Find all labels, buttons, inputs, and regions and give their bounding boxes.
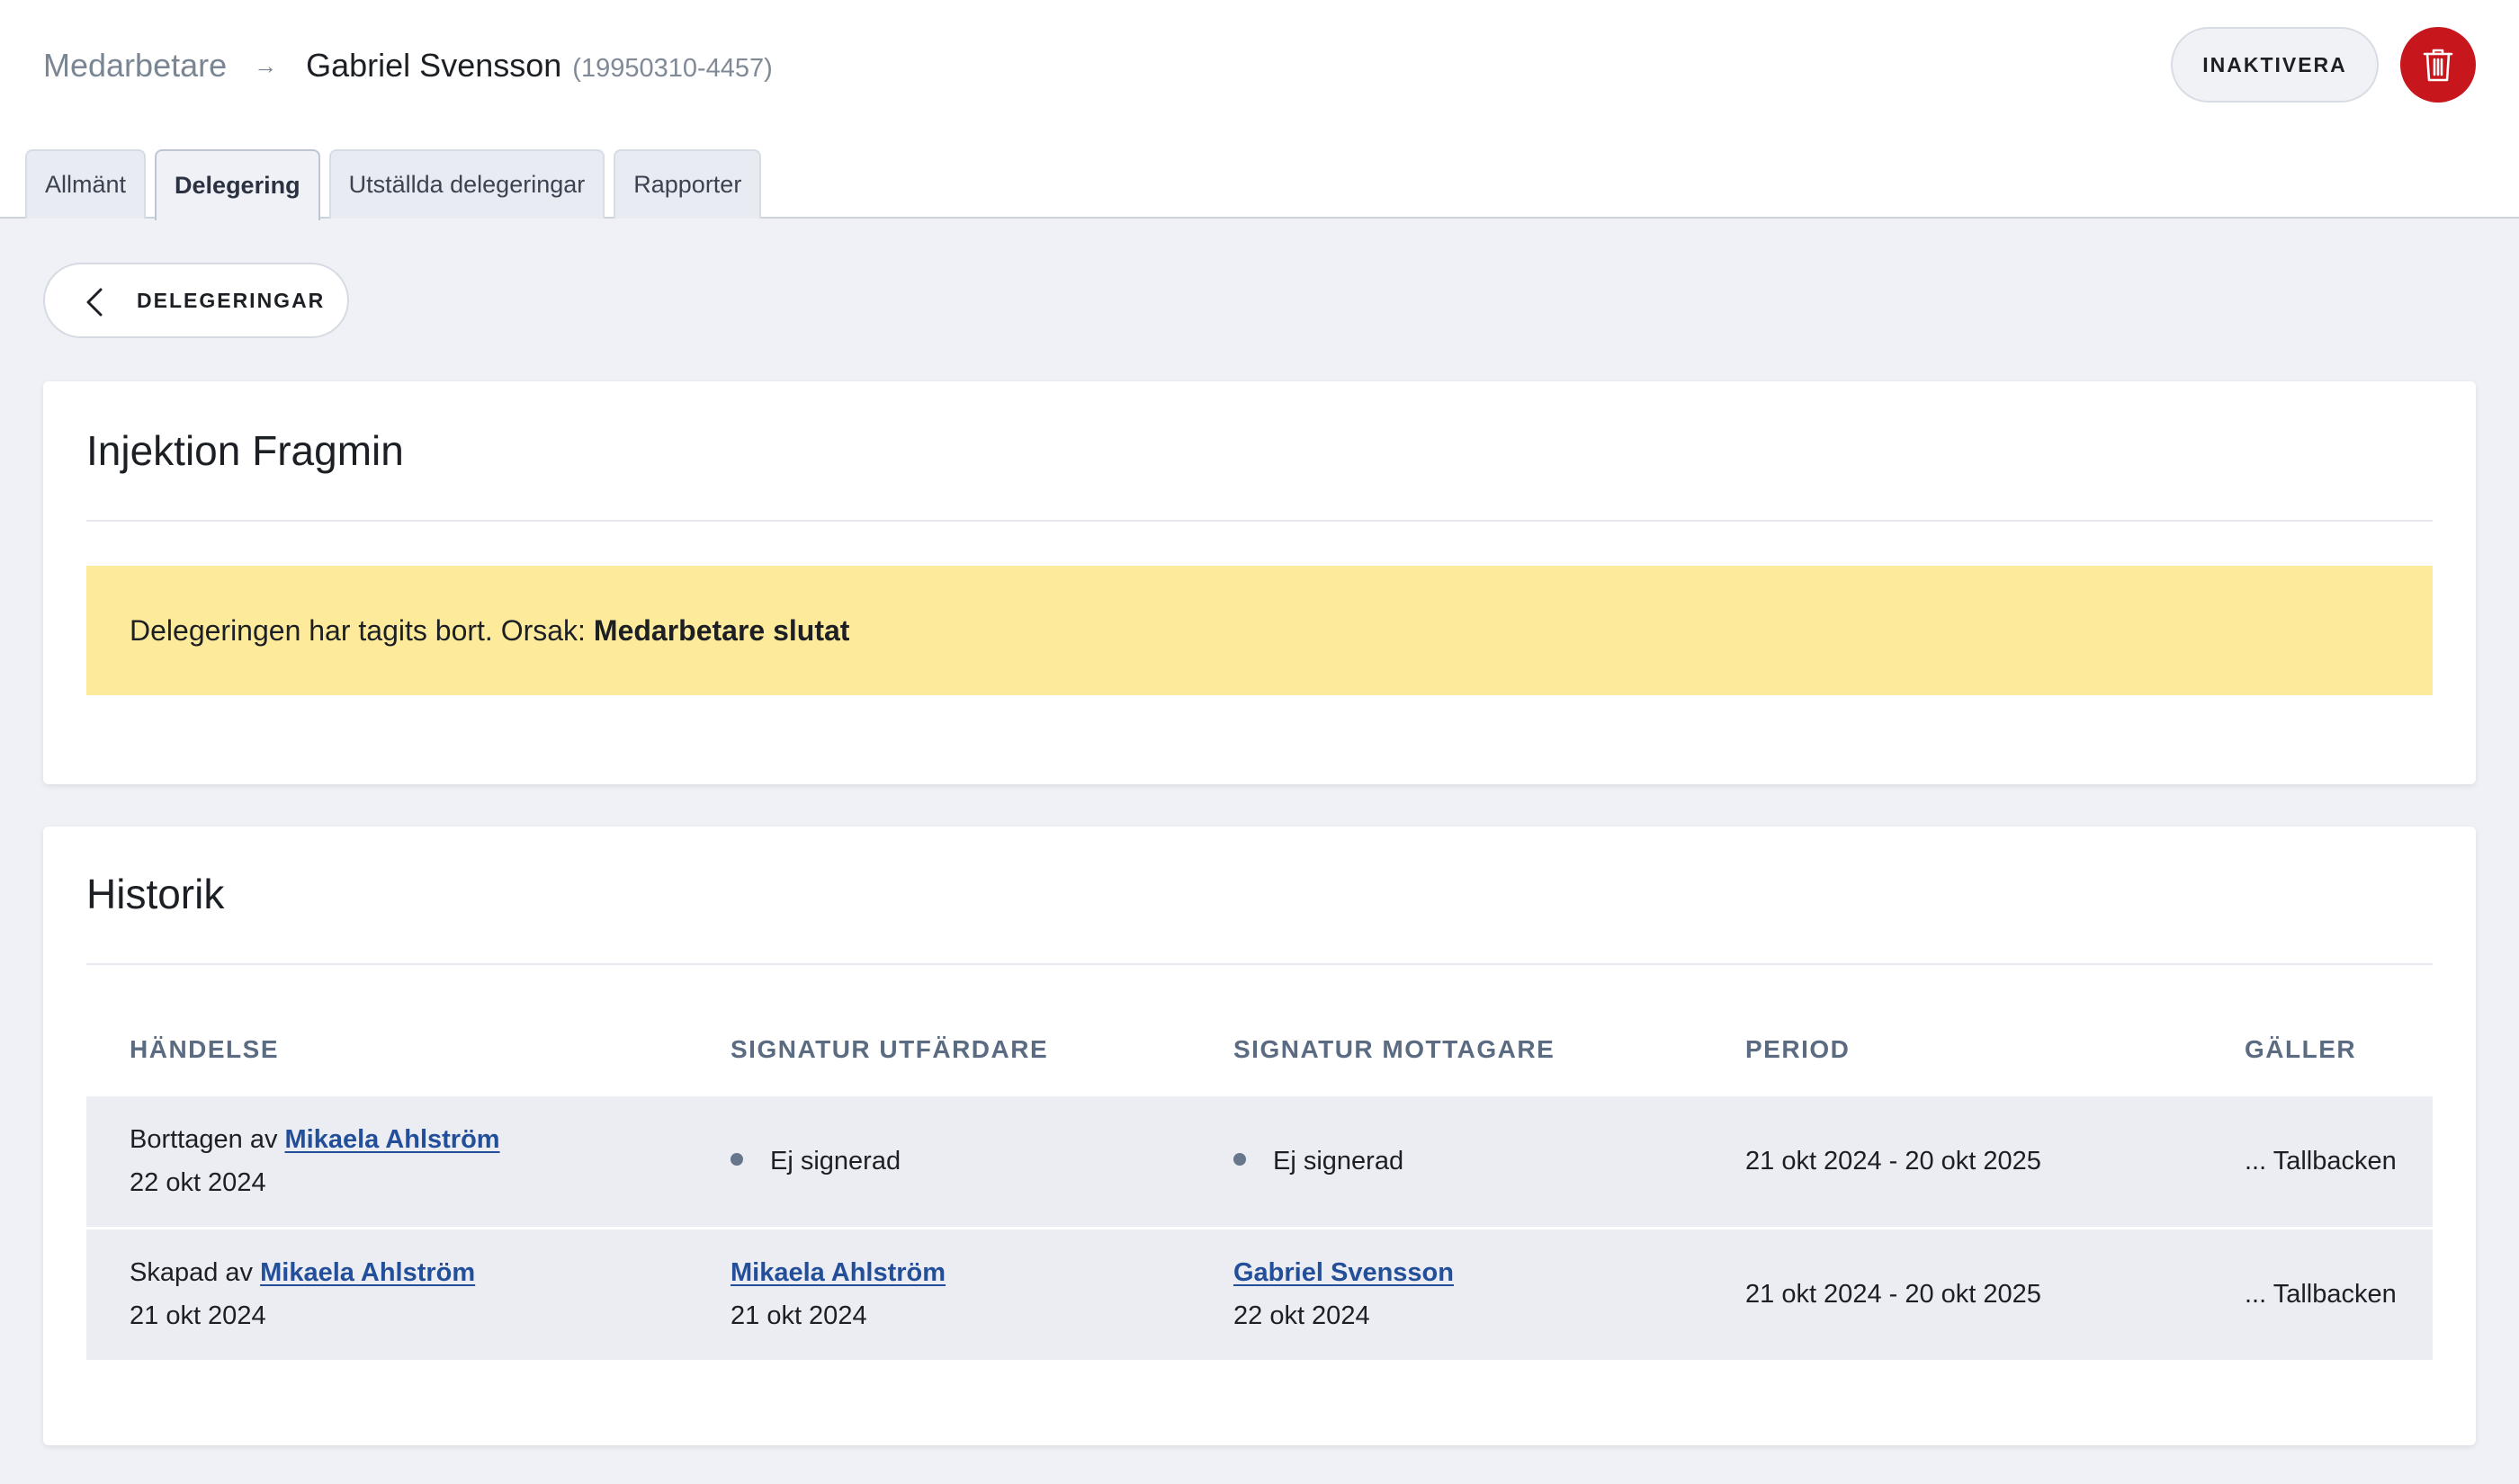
- page-header: Medarbetare → Gabriel Svensson (19950310…: [0, 0, 2519, 220]
- alert-reason: Medarbetare slutat: [593, 613, 850, 647]
- delegation-card: Injektion Fragmin Delegeringen har tagit…: [43, 381, 2476, 784]
- history-title: Historik: [86, 871, 225, 917]
- tab-allmant[interactable]: Allmänt: [25, 149, 147, 219]
- delegation-title: Injektion Fragmin: [86, 427, 404, 474]
- breadcrumb: Medarbetare → Gabriel Svensson (19950310…: [43, 43, 773, 88]
- period-cell: 21 okt 2024 - 20 okt 2025: [1745, 1280, 2041, 1309]
- column-header-signatur-utfardare: SIGNATUR UTFÄRDARE: [731, 1035, 1049, 1063]
- back-to-delegations-button[interactable]: DELEGERINGAR: [43, 263, 349, 338]
- status-dot-icon: [731, 1153, 743, 1167]
- table-row: Borttagen av Mikaela Ahlström 22 okt 202…: [86, 1096, 2433, 1227]
- column-header-handelse: HÄNDELSE: [130, 1035, 280, 1063]
- person-id: (19950310-4457): [572, 53, 773, 83]
- issuer-signature-cell: Ej signerad: [731, 1140, 901, 1183]
- issuer-signature-cell: Mikaela Ahlström 21 okt 2024: [731, 1251, 946, 1337]
- event-date: 22 okt 2024: [130, 1168, 266, 1197]
- column-header-galler: GÄLLER: [2245, 1035, 2357, 1063]
- breadcrumb-link-medarbetare[interactable]: Medarbetare: [43, 47, 227, 85]
- delete-button[interactable]: [2400, 27, 2476, 103]
- column-header-signatur-mottagare: SIGNATUR MOTTAGARE: [1233, 1035, 1555, 1063]
- recipient-signature-cell: Ej signerad: [1233, 1140, 1403, 1183]
- event-person-link[interactable]: Mikaela Ahlström: [260, 1258, 475, 1287]
- tab-bar: Allmänt Delegering Utställda delegeringa…: [25, 149, 770, 220]
- table-row: Skapad av Mikaela Ahlström 21 okt 2024 M…: [86, 1229, 2433, 1360]
- event-date: 21 okt 2024: [130, 1301, 266, 1330]
- trash-icon: [2423, 49, 2453, 82]
- divider: [86, 520, 2433, 522]
- breadcrumb-current: Gabriel Svensson: [306, 47, 562, 84]
- inactivate-button[interactable]: INAKTIVERA: [2171, 27, 2379, 103]
- tab-utstallda-delegeringar[interactable]: Utställda delegeringar: [328, 149, 605, 219]
- history-card: Historik HÄNDELSE SIGNATUR UTFÄRDARE SIG…: [43, 827, 2476, 1445]
- tab-delegering[interactable]: Delegering: [155, 149, 320, 220]
- period-cell: 21 okt 2024 - 20 okt 2025: [1745, 1147, 2041, 1176]
- applies-cell: ... Tallbacken: [2245, 1280, 2397, 1309]
- arrow-right-icon: →: [254, 51, 278, 79]
- column-header-period: PERIOD: [1745, 1035, 1851, 1063]
- event-prefix: Borttagen av: [130, 1125, 278, 1154]
- applies-cell: ... Tallbacken: [2245, 1147, 2397, 1176]
- event-cell: Skapad av Mikaela Ahlström 21 okt 2024: [130, 1251, 475, 1337]
- back-button-label: DELEGERINGAR: [137, 289, 326, 312]
- recipient-status: Ej signerad: [1273, 1147, 1404, 1176]
- event-prefix: Skapad av: [130, 1258, 254, 1287]
- recipient-signature-cell: Gabriel Svensson 22 okt 2024: [1233, 1251, 1454, 1337]
- removed-alert: Delegeringen har tagits bort. Orsak: Med…: [86, 566, 2433, 695]
- issuer-date: 21 okt 2024: [731, 1301, 867, 1330]
- tab-rapporter[interactable]: Rapporter: [614, 149, 762, 219]
- alert-text: Delegeringen har tagits bort. Orsak:: [130, 613, 586, 647]
- event-person-link[interactable]: Mikaela Ahlström: [285, 1125, 500, 1154]
- divider: [86, 963, 2433, 965]
- issuer-status: Ej signerad: [770, 1147, 901, 1176]
- recipient-date: 22 okt 2024: [1233, 1301, 1370, 1330]
- recipient-name-link[interactable]: Gabriel Svensson: [1233, 1258, 1454, 1287]
- chevron-left-icon: [86, 288, 103, 317]
- event-cell: Borttagen av Mikaela Ahlström 22 okt 202…: [130, 1118, 500, 1204]
- status-dot-icon: [1233, 1153, 1246, 1167]
- issuer-name-link[interactable]: Mikaela Ahlström: [731, 1258, 946, 1287]
